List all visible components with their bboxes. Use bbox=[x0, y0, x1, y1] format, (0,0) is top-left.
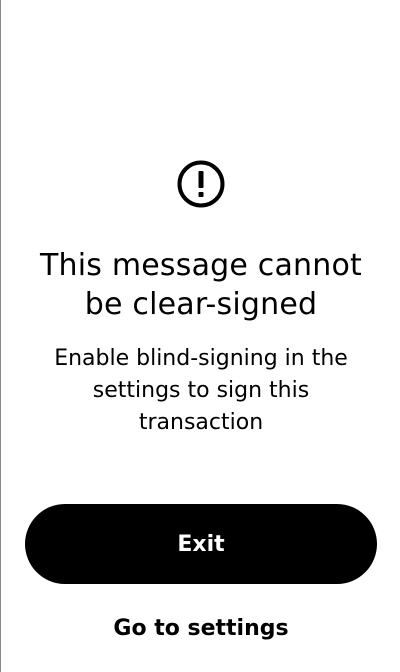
page-title: This message cannot be clear-signed bbox=[1, 246, 400, 324]
exit-button[interactable]: Exit bbox=[25, 504, 377, 584]
device-screen: This message cannot be clear-signed Enab… bbox=[0, 0, 400, 672]
description-line-3: transaction bbox=[138, 410, 264, 435]
go-to-settings-button[interactable]: Go to settings bbox=[61, 608, 341, 648]
title-line-2: be clear-signed bbox=[84, 287, 318, 322]
title-line-1: This message cannot bbox=[39, 248, 363, 283]
exclamation-circle-icon bbox=[177, 160, 225, 208]
description-text: Enable blind-signing in the settings to … bbox=[21, 343, 381, 439]
description-line-2: settings to sign this bbox=[92, 378, 310, 403]
description-line-1: Enable blind-signing in the bbox=[54, 346, 348, 371]
